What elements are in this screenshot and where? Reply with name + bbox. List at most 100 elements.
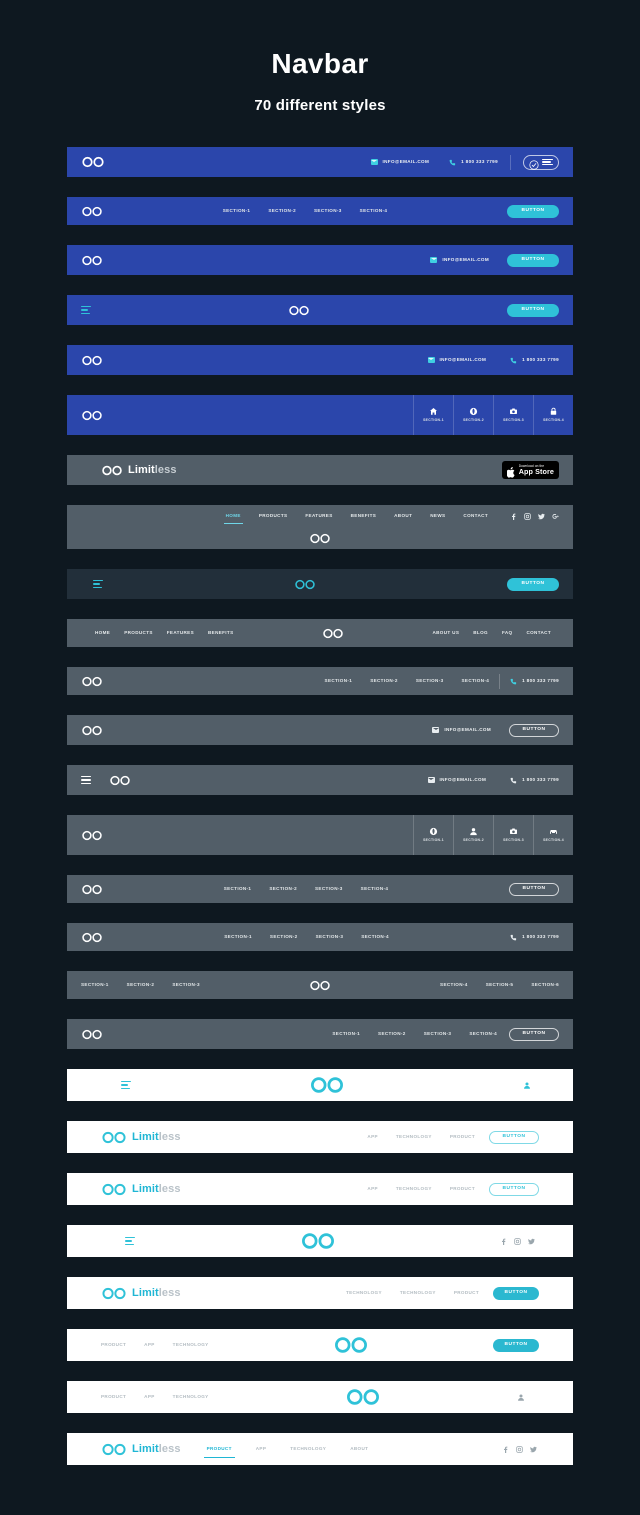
nav-link[interactable]: SECTION-6 — [531, 982, 559, 988]
nav-link[interactable]: SECTION-3 — [424, 1031, 452, 1037]
hamburger-icon[interactable] — [125, 1236, 135, 1246]
nav-link[interactable]: SECTION-5 — [486, 982, 514, 988]
cta-button[interactable]: BUTTON — [489, 1130, 539, 1144]
nav-link[interactable]: TECHNOLOGY — [396, 1134, 432, 1140]
nav-link[interactable]: BENEFITS — [351, 513, 377, 519]
nav-link[interactable]: TECHNOLOGY — [400, 1290, 436, 1296]
nav-link[interactable]: SECTION-2 — [378, 1031, 406, 1037]
logo-infinity[interactable] — [81, 1029, 103, 1040]
nav-link[interactable]: TECHNOLOGY — [173, 1394, 209, 1400]
contact-phone[interactable]: 1 800 333 7799 — [510, 934, 559, 941]
nav-link[interactable]: PRODUCT — [101, 1342, 126, 1348]
navbar-26[interactable]: Limitless PRODUCT APP TECHNOLOGY ABOUT — [67, 1433, 573, 1465]
nav-link[interactable]: SECTION-4 — [469, 1031, 497, 1037]
contact-email[interactable]: INFO@EMAIL.COM — [427, 777, 487, 783]
navbar-8[interactable]: HOME PRODUCTS FEATURES BENEFITS ABOUT NE… — [67, 505, 573, 549]
navbar-7[interactable]: Limitless Download on the App Store — [67, 455, 573, 485]
nav-link[interactable]: NEWS — [430, 513, 445, 519]
nav-link[interactable]: PRODUCT — [450, 1186, 475, 1192]
person-icon[interactable] — [523, 1081, 531, 1090]
infinity-icon[interactable] — [109, 775, 131, 786]
nav-link[interactable]: SECTION-1 — [223, 208, 251, 214]
logo-infinity[interactable] — [81, 156, 105, 168]
contact-email[interactable]: INFO@EMAIL.COM — [430, 257, 489, 263]
nav-link[interactable]: SECTION-1 — [224, 934, 252, 940]
app-store-badge[interactable]: Download on the App Store — [501, 461, 559, 479]
nav-link[interactable]: HOME — [95, 630, 110, 636]
logo-infinity[interactable] — [81, 410, 103, 421]
logo-limitless[interactable]: Limitless — [101, 1131, 181, 1144]
logo-infinity[interactable] — [81, 725, 103, 736]
nav-link[interactable]: SECTION-3 — [316, 934, 344, 940]
nav-link[interactable]: PRODUCTS — [259, 513, 288, 519]
nav-link[interactable]: SECTION-4 — [462, 678, 490, 684]
navbar-6[interactable]: SECTION-1 SECTION-2 SECTION-3 SECTION-4 — [67, 395, 573, 435]
cta-button[interactable]: BUTTON — [507, 204, 559, 218]
nav-link[interactable]: APP — [367, 1186, 378, 1192]
hamburger-icon[interactable] — [81, 305, 91, 315]
nav-link[interactable]: SECTION-3 — [314, 208, 342, 214]
nav-link[interactable]: APP — [256, 1446, 267, 1452]
contact-phone[interactable]: 1 800 333 7799 — [449, 159, 498, 166]
navbar-3[interactable]: INFO@EMAIL.COM BUTTON — [67, 245, 573, 275]
nav-link[interactable]: APP — [144, 1342, 155, 1348]
navbar-18[interactable]: SECTION-1 SECTION-2 SECTION-3 SECTION-4 … — [67, 1019, 573, 1049]
nav-link[interactable]: TECHNOLOGY — [396, 1186, 432, 1192]
infinity-icon[interactable] — [309, 533, 331, 544]
icon-tab[interactable]: SECTION-3 — [493, 815, 533, 855]
nav-link[interactable]: SECTION-2 — [370, 678, 398, 684]
logo-infinity[interactable] — [81, 676, 103, 687]
logo-limitless[interactable]: Limitless — [101, 1183, 181, 1196]
nav-link[interactable]: BLOG — [473, 630, 488, 636]
nav-link[interactable]: SECTION-1 — [325, 678, 353, 684]
nav-link[interactable]: PRODUCT — [450, 1134, 475, 1140]
nav-link[interactable]: CONTACT — [526, 630, 551, 636]
cta-button[interactable]: BUTTON — [493, 1338, 539, 1352]
cta-button[interactable]: BUTTON — [509, 882, 559, 896]
nav-link[interactable]: SECTION-3 — [315, 886, 343, 892]
nav-link[interactable]: SECTION-3 — [416, 678, 444, 684]
nav-link[interactable]: ABOUT — [350, 1446, 368, 1452]
logo-infinity[interactable] — [81, 932, 103, 943]
nav-link[interactable]: FEATURES — [167, 630, 194, 636]
navbar-22[interactable] — [67, 1225, 573, 1257]
navbar-19[interactable] — [67, 1069, 573, 1101]
infinity-icon[interactable] — [288, 305, 310, 316]
checkmark-badge-icon[interactable] — [523, 154, 559, 170]
nav-link[interactable]: SECTION-1 — [224, 886, 252, 892]
facebook-icon[interactable] — [502, 1446, 509, 1453]
cta-button[interactable]: BUTTON — [507, 253, 559, 267]
nav-link[interactable]: SECTION-2 — [127, 982, 155, 988]
logo-infinity[interactable] — [81, 830, 103, 841]
instagram-icon[interactable] — [516, 1445, 523, 1453]
icon-tab[interactable]: SECTION-1 — [413, 395, 453, 435]
logo-infinity[interactable] — [81, 255, 103, 266]
facebook-icon[interactable] — [500, 1238, 507, 1245]
nav-link[interactable]: SECTION-4 — [361, 934, 389, 940]
cta-button[interactable]: BUTTON — [509, 1027, 559, 1041]
nav-link[interactable]: PRODUCTS — [124, 630, 153, 636]
infinity-icon[interactable] — [294, 579, 316, 590]
icon-tab[interactable]: SECTION-2 — [453, 815, 493, 855]
navbar-16[interactable]: SECTION-1 SECTION-2 SECTION-3 SECTION-4 … — [67, 923, 573, 951]
icon-tab[interactable]: SECTION-4 — [533, 395, 573, 435]
nav-link[interactable]: ABOUT — [394, 513, 412, 519]
nav-link[interactable]: SECTION-2 — [270, 934, 298, 940]
navbar-5[interactable]: INFO@EMAIL.COM 1 800 333 7799 — [67, 345, 573, 375]
navbar-4[interactable]: BUTTON — [67, 295, 573, 325]
infinity-icon[interactable] — [300, 1232, 336, 1250]
nav-link[interactable]: TECHNOLOGY — [173, 1342, 209, 1348]
navbar-25[interactable]: PRODUCT APP TECHNOLOGY — [67, 1381, 573, 1413]
nav-link[interactable]: SECTION-4 — [361, 886, 389, 892]
logo-limitless[interactable]: Limitless — [101, 1287, 181, 1300]
navbar-1[interactable]: INFO@EMAIL.COM 1 800 333 7799 — [67, 147, 573, 177]
contact-email[interactable]: INFO@EMAIL.COM — [427, 357, 487, 363]
nav-link[interactable]: PRODUCT — [454, 1290, 479, 1296]
navbar-2[interactable]: SECTION-1 SECTION-2 SECTION-3 SECTION-4 … — [67, 197, 573, 225]
navbar-10[interactable]: HOME PRODUCTS FEATURES BENEFITS ABOUT US… — [67, 619, 573, 647]
logo-infinity[interactable] — [81, 884, 103, 895]
nav-link[interactable]: FAQ — [502, 630, 513, 636]
contact-phone[interactable]: 1 800 333 7799 — [510, 678, 559, 685]
navbar-15[interactable]: SECTION-1 SECTION-2 SECTION-3 SECTION-4 … — [67, 875, 573, 903]
cta-button[interactable]: BUTTON — [489, 1182, 539, 1196]
